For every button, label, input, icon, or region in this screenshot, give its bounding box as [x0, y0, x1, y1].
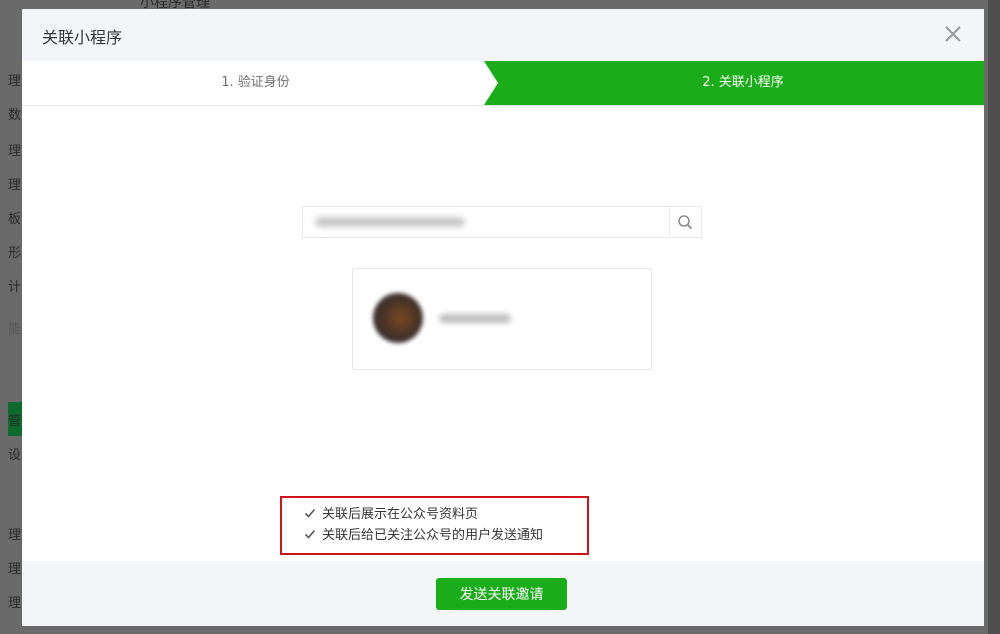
- miniprogram-avatar: [373, 293, 423, 343]
- background-sidebar: 理 数 理 理 板 形 计 能 管 设 理 理 理: [0, 0, 22, 634]
- miniprogram-search: [302, 206, 702, 238]
- close-button[interactable]: [942, 23, 964, 45]
- background-sidebar-char: 理: [8, 178, 22, 193]
- background-sidebar-char: 理: [8, 528, 22, 543]
- step-verify-identity: 1. 验证身份: [221, 75, 290, 90]
- background-sidebar-char: 数: [8, 108, 22, 123]
- dialog-footer: 发送关联邀请: [22, 561, 984, 626]
- background-sidebar-char: 理: [8, 562, 22, 577]
- background-edge: [988, 0, 1000, 634]
- redacted-search-value: [315, 217, 465, 227]
- step-progress: 1. 验证身份 2. 关联小程序: [22, 61, 984, 106]
- option-show-on-profile[interactable]: 关联后展示在公众号资料页: [304, 506, 478, 524]
- search-result-card[interactable]: [352, 268, 652, 370]
- checkmark-icon[interactable]: [304, 528, 316, 540]
- checkmark-icon[interactable]: [304, 507, 316, 519]
- option-notify-followers[interactable]: 关联后给已关注公众号的用户发送通知: [304, 527, 543, 545]
- background-sidebar-char: 理: [8, 74, 22, 89]
- background-sidebar-char: 板: [8, 212, 22, 227]
- background-sidebar-char: 计: [8, 280, 22, 295]
- background-sidebar-char: 理: [8, 596, 22, 611]
- link-options-highlight: 关联后展示在公众号资料页 关联后给已关注公众号的用户发送通知: [280, 496, 589, 555]
- background-sidebar-char: 管: [8, 414, 22, 429]
- search-input[interactable]: [303, 207, 669, 237]
- background-sidebar-char: 形: [8, 246, 22, 261]
- search-button[interactable]: [669, 207, 701, 237]
- close-icon: [945, 26, 961, 42]
- step-link-miniprogram: 2. 关联小程序: [702, 75, 784, 90]
- option-notify-followers-label: 关联后给已关注公众号的用户发送通知: [322, 528, 544, 543]
- send-invite-button[interactable]: 发送关联邀请: [436, 578, 567, 610]
- dialog-title: 关联小程序: [42, 28, 123, 47]
- redacted-miniprogram-name: [439, 314, 511, 323]
- background-sidebar-char: 设: [8, 448, 22, 463]
- link-miniprogram-dialog: 关联小程序 1. 验证身份 2. 关联小程序 关联后展示在公众号资料页 关联后给…: [22, 9, 984, 626]
- dialog-header: 关联小程序: [22, 9, 984, 61]
- search-icon: [678, 215, 692, 229]
- background-sidebar-char: 理: [8, 144, 22, 159]
- background-sidebar-char: 能: [8, 322, 22, 337]
- option-show-on-profile-label: 关联后展示在公众号资料页: [322, 507, 479, 522]
